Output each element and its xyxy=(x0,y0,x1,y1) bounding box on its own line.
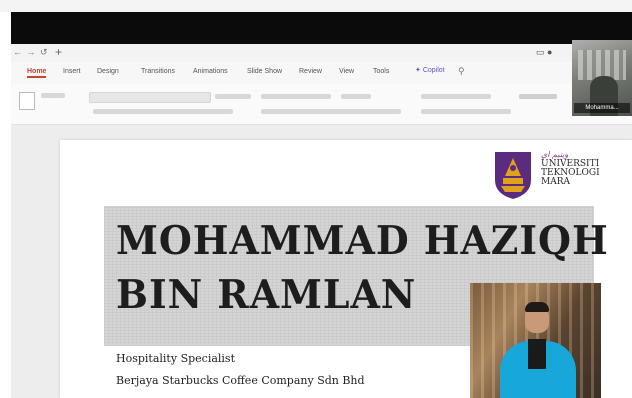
paste-icon[interactable] xyxy=(19,92,35,110)
uitm-crest-icon xyxy=(495,152,531,199)
ribbon-tab-bar: Home Insert Design Transitions Animation… xyxy=(11,62,632,85)
font-format-buttons[interactable] xyxy=(93,109,233,114)
sparkle-icon: ✦ xyxy=(415,67,421,74)
tab-design[interactable]: Design xyxy=(97,68,119,75)
tab-tools[interactable]: Tools xyxy=(373,68,389,75)
arrange-button[interactable] xyxy=(519,94,557,99)
tab-slide-show[interactable]: Slide Show xyxy=(247,68,282,75)
logo-jawi-script: ويتيم اي xyxy=(541,150,569,159)
webcam-name-tag: Mohamma... xyxy=(574,103,630,113)
nav-arrows[interactable]: ← → ↺ xyxy=(13,47,49,58)
ribbon-toolbar xyxy=(11,84,632,125)
logo-word-mara: MARA xyxy=(541,177,570,187)
photo-hair xyxy=(525,302,549,312)
window-top-strip xyxy=(0,0,632,12)
paragraph-group xyxy=(261,89,411,119)
shape-fill-buttons[interactable] xyxy=(421,109,511,114)
font-group xyxy=(89,89,259,119)
list-buttons[interactable] xyxy=(261,94,331,99)
tab-home[interactable]: Home xyxy=(27,68,47,78)
font-size-controls[interactable] xyxy=(215,94,251,99)
tab-transitions[interactable]: Transitions xyxy=(141,68,175,75)
new-slide-button[interactable] xyxy=(41,93,65,98)
font-name-select[interactable] xyxy=(89,92,211,103)
photo-shirt xyxy=(528,339,546,369)
indent-buttons[interactable] xyxy=(341,94,371,99)
alignment-buttons[interactable] xyxy=(261,109,401,114)
copilot-button[interactable]: ✦ Copilot xyxy=(415,66,445,74)
tab-insert[interactable]: Insert xyxy=(63,68,81,75)
clipboard-group xyxy=(19,89,79,119)
tab-review[interactable]: Review xyxy=(299,68,322,75)
shapes-button[interactable] xyxy=(421,94,491,99)
slide-company-text[interactable]: Berjaya Starbucks Coffee Company Sdn Bhd xyxy=(116,374,365,387)
new-tab-button[interactable]: + xyxy=(55,45,62,59)
copilot-label: Copilot xyxy=(422,67,445,74)
tab-view[interactable]: View xyxy=(339,68,354,75)
drawing-group xyxy=(421,89,571,119)
search-icon[interactable]: ⚲ xyxy=(458,66,465,77)
slide-title-line-2[interactable]: BIN RAMLAN xyxy=(116,272,416,318)
slide-title-line-1[interactable]: MOHAMMAD HAZIQH xyxy=(116,218,609,264)
screen-share-header xyxy=(11,12,632,44)
profile-photo[interactable] xyxy=(470,283,601,398)
window-controls[interactable]: ▭ ● xyxy=(536,47,552,58)
slide-role-text[interactable]: Hospitality Specialist xyxy=(116,352,235,365)
tab-animations[interactable]: Animations xyxy=(193,68,228,75)
webcam-thumbnail: Mohamma... xyxy=(572,40,632,116)
uitm-logo-text: ويتيم اي UNIVERSITI TEKNOLOGI MARA xyxy=(541,150,623,187)
